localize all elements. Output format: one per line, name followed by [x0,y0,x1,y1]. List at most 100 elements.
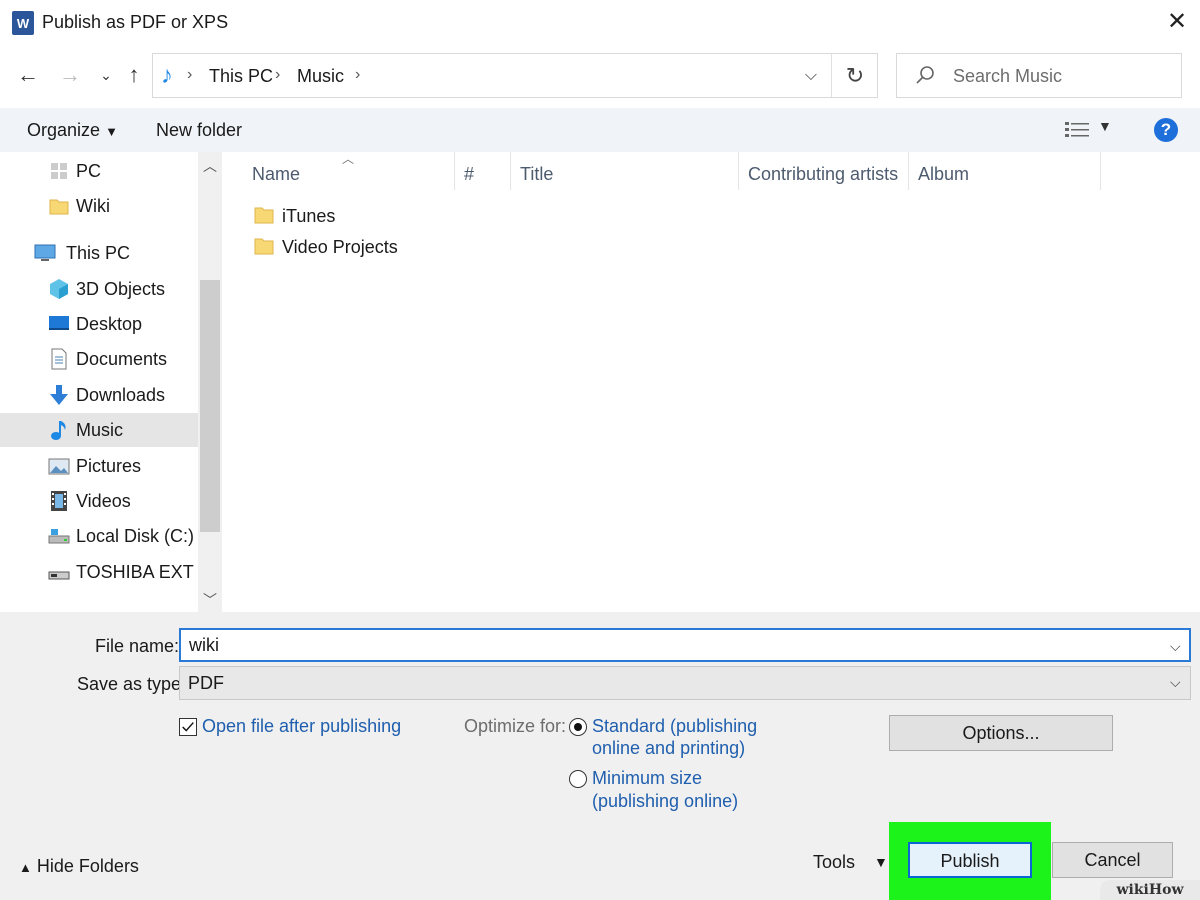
sidebar-item-wiki[interactable]: Wiki [0,189,198,223]
breadcrumb-separator-icon[interactable]: › [275,66,280,84]
organize-button[interactable]: Organize ▼ [27,120,118,141]
column-header-number[interactable]: # [464,164,474,185]
scroll-down-chevron-icon[interactable]: ﹀ [198,588,222,612]
column-separator[interactable] [738,152,739,190]
optimize-standard-label-line2[interactable]: online and printing) [592,738,745,759]
close-button[interactable]: ✕ [1166,10,1188,34]
sidebar-item-label: Music [76,420,124,440]
save-as-type-label: Save as type: [77,674,187,694]
column-separator[interactable] [454,152,455,190]
column-header-title[interactable]: Title [520,164,553,185]
optimize-standard-radio[interactable] [569,718,587,736]
scroll-up-chevron-icon[interactable]: ︿ [198,154,222,178]
file-name-label: File name: [95,636,180,656]
tools-button[interactable]: Tools [813,852,855,873]
file-name: Video Projects [282,237,398,257]
back-arrow-icon[interactable]: ← [14,60,42,90]
file-name-input[interactable] [179,628,1191,662]
sidebar-item-music[interactable]: Music [0,413,198,447]
breadcrumb-separator-icon[interactable]: › [355,66,360,84]
new-folder-button[interactable]: New folder [156,120,242,141]
view-options-icon[interactable] [1064,120,1090,140]
folder-icon [254,207,274,224]
recent-locations-chevron-icon[interactable]: ⌄ [92,60,120,90]
folder-icon [254,238,274,255]
sidebar-item-label: TOSHIBA EXT (E:) [76,562,198,582]
open-after-publishing-label[interactable]: Open file after publishing [202,716,401,737]
pc-icon [51,163,67,179]
column-header-name[interactable]: Name [252,164,300,185]
wikihow-watermark: wikiHow [1100,880,1200,900]
sidebar-item-label: 3D Objects [76,279,166,299]
sidebar-item-label: Downloads [76,385,166,405]
optimize-minimum-label-line1[interactable]: Minimum size [592,768,702,789]
help-icon[interactable]: ? [1154,118,1178,142]
column-header-contributing-artists[interactable]: Contributing artists [748,164,898,185]
sidebar-item-label: PC [76,161,102,181]
optimize-minimum-radio[interactable] [569,770,587,788]
sidebar-item-downloads[interactable]: Downloads [0,378,198,412]
forward-arrow-icon[interactable]: → [56,60,84,90]
breadcrumb-music[interactable]: Music [297,66,344,87]
column-header-album[interactable]: Album [918,164,969,185]
sidebar-item-label: Wiki [76,196,110,216]
column-separator[interactable] [510,152,511,190]
search-box[interactable]: Search Music [896,53,1182,98]
search-placeholder[interactable]: Search Music [953,66,1062,87]
open-after-publishing-checkbox[interactable] [179,718,197,736]
column-separator[interactable] [1100,152,1101,190]
breadcrumb-this-pc[interactable]: This PC [209,66,273,87]
address-dropdown-chevron-icon[interactable]: ⌵ [799,64,823,88]
desktop-icon [49,316,69,330]
sidebar-item-label: Documents [76,349,168,369]
sidebar-item-label: Desktop [76,314,143,334]
sidebar-item-this-pc[interactable]: This PC [0,236,198,270]
sidebar-item-desktop[interactable]: Desktop [0,307,198,341]
hide-folders-button[interactable]: ▲ Hide Folders [19,856,139,877]
publish-button[interactable]: Publish [908,842,1032,878]
file-name: iTunes [282,206,336,226]
tools-dropdown-icon[interactable]: ▼ [874,854,888,870]
address-bar[interactable]: ♪ › This PC › Music › ⌵ ↻ [152,53,878,98]
organize-dropdown-icon: ▼ [105,124,118,139]
save-as-type-dropdown-icon[interactable]: ⌵ [1170,674,1181,691]
window-title: Publish as PDF or XPS [42,12,229,32]
sidebar-item-documents[interactable]: Documents [0,342,198,376]
refresh-icon[interactable]: ↻ [841,62,869,90]
file-list: ︿ Name # Title Contributing artists Albu… [222,152,1200,612]
music-note-icon [51,421,66,440]
sort-ascending-icon: ︿ [342,152,355,166]
sidebar-item-label: This PC [66,243,131,263]
drive-icon [48,529,70,544]
save-as-type-select[interactable]: PDF [179,666,1191,700]
sidebar-item-local-disk[interactable]: Local Disk (C:) [0,519,198,553]
sidebar-item-3d-objects[interactable]: 3D Objects [0,272,198,306]
address-divider [831,54,832,97]
up-arrow-icon[interactable]: ↑ [120,60,148,90]
computer-icon [34,244,56,261]
optimize-standard-label-line1[interactable]: Standard (publishing [592,716,757,737]
sidebar-item-pc[interactable]: PC [0,154,198,188]
search-icon [916,66,934,84]
sidebar-item-videos[interactable]: Videos [0,484,198,518]
word-app-icon: W [12,11,34,35]
optimize-minimum-label-line2[interactable]: (publishing online) [592,791,738,812]
optimize-for-label: Optimize for: [464,716,567,736]
cancel-button[interactable]: Cancel [1052,842,1173,878]
sidebar-item-pictures[interactable]: Pictures [0,449,198,483]
scroll-thumb[interactable] [200,280,220,532]
breadcrumb-separator-icon[interactable]: › [187,66,192,84]
options-button[interactable]: Options... [889,715,1113,751]
column-separator[interactable] [908,152,909,190]
organize-label: Organize [27,120,101,140]
command-toolbar: Organize ▼ New folder ▼ [0,108,1200,152]
sidebar-item-label: Pictures [76,456,142,476]
sidebar-item-toshiba-ext[interactable]: TOSHIBA EXT (E:) [0,555,198,589]
download-arrow-icon [50,385,68,405]
external-drive-icon [48,571,70,580]
view-dropdown-icon[interactable]: ▼ [1098,118,1112,134]
nav-pane-scrollbar[interactable]: ︿ ﹀ [198,152,222,612]
folder-icon [49,199,69,215]
file-name-dropdown-icon[interactable]: ⌵ [1170,638,1181,655]
sidebar-item-label: Videos [76,491,131,511]
